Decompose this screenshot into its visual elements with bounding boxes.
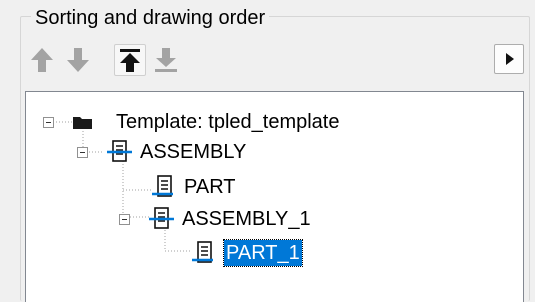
assembly-document-icon bbox=[107, 140, 132, 162]
play-triangle-icon bbox=[506, 53, 514, 65]
assembly-document-icon bbox=[149, 207, 174, 229]
tree-node-assembly-1[interactable]: ASSEMBLY_1 bbox=[26, 204, 523, 234]
arrow-down-icon bbox=[67, 48, 89, 72]
collapse-toggle-icon[interactable] bbox=[43, 117, 54, 128]
tree-node-assembly[interactable]: ASSEMBLY bbox=[26, 137, 523, 167]
tree-node-label: Template: tpled_template bbox=[116, 111, 340, 133]
move-to-top-button[interactable] bbox=[114, 44, 146, 76]
arrow-up-icon bbox=[31, 48, 53, 72]
collapse-toggle-icon[interactable] bbox=[119, 214, 130, 225]
tree-node-template[interactable]: Template: tpled_template bbox=[26, 107, 523, 137]
folder-icon bbox=[73, 117, 92, 129]
part-document-icon bbox=[152, 175, 173, 197]
arrow-to-bottom-icon bbox=[155, 48, 177, 72]
drawing-order-tree[interactable]: Template: tpled_template ASSEMBLY PART A… bbox=[25, 91, 524, 302]
sorting-drawing-order-panel: Sorting and drawing order Template: tple… bbox=[0, 0, 535, 302]
tree-node-part-1[interactable]: PART_1 bbox=[26, 238, 523, 268]
expand-panel-button[interactable] bbox=[494, 44, 524, 74]
move-up-button[interactable] bbox=[26, 44, 58, 76]
tree-node-label: ASSEMBLY_1 bbox=[182, 208, 311, 230]
move-down-button[interactable] bbox=[62, 44, 94, 76]
tree-node-part[interactable]: PART bbox=[26, 172, 523, 202]
collapse-toggle-icon[interactable] bbox=[77, 147, 88, 158]
group-title: Sorting and drawing order bbox=[31, 6, 270, 30]
tree-node-label-selected: PART_1 bbox=[223, 239, 303, 267]
move-to-bottom-button[interactable] bbox=[150, 44, 182, 76]
part-document-icon bbox=[192, 241, 213, 263]
tree-node-label: PART bbox=[184, 176, 236, 198]
tree-node-label: ASSEMBLY bbox=[140, 141, 247, 163]
arrow-to-top-icon bbox=[120, 49, 140, 72]
